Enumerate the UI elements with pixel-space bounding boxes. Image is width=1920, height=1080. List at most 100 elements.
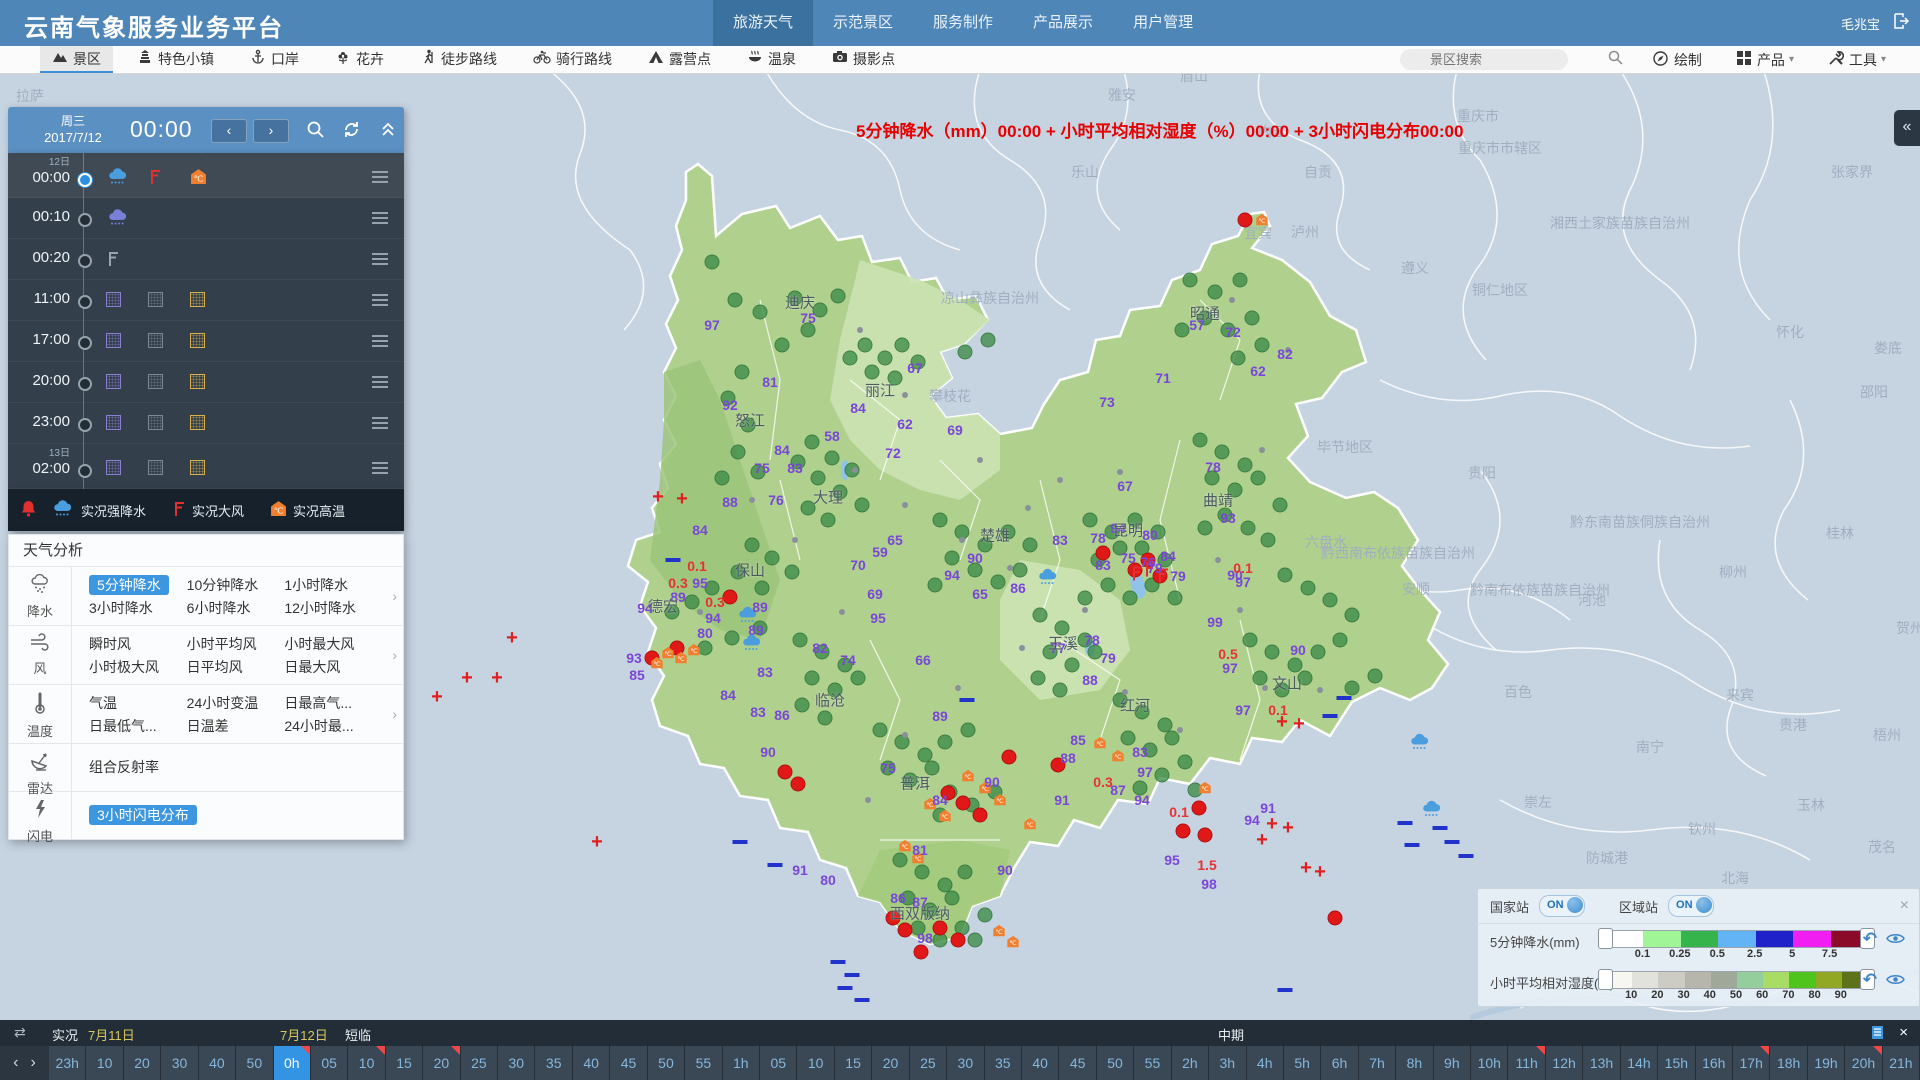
- row-menu-icon[interactable]: [372, 335, 388, 347]
- timeline-step-20-10[interactable]: 20: [423, 1046, 460, 1080]
- refresh-icon[interactable]: [342, 120, 361, 144]
- timeline-step-0h-6[interactable]: 0h: [274, 1046, 311, 1080]
- nav-item-5[interactable]: 用户管理: [1121, 0, 1205, 46]
- timeline-step-05-7[interactable]: 05: [311, 1046, 348, 1080]
- toolbar-item-6[interactable]: 骑行路线: [521, 46, 624, 71]
- toolbar-right-item-1[interactable]: 绘制: [1652, 50, 1702, 70]
- timeline-close-icon[interactable]: ×: [1899, 1024, 1908, 1041]
- analysis-option-24小时变温[interactable]: 24小时变温: [187, 692, 285, 715]
- toolbar-item-5[interactable]: 徒步路线: [408, 46, 509, 71]
- collapse-panel-icon[interactable]: [379, 120, 397, 144]
- toolbar-item-2[interactable]: 特色小镇: [125, 46, 226, 71]
- search-box[interactable]: [1400, 49, 1568, 70]
- analysis-option-小时平均风[interactable]: 小时平均风: [187, 633, 285, 656]
- timeline-step-35-25[interactable]: 35: [985, 1046, 1022, 1080]
- timeline-step-45-15[interactable]: 45: [610, 1046, 647, 1080]
- analysis-option-日最高气...[interactable]: 日最高气...: [284, 692, 382, 715]
- timeline-step-30-12[interactable]: 30: [498, 1046, 535, 1080]
- ramp-undo-icon[interactable]: ↶: [1863, 929, 1877, 949]
- timeline-step-20h-48[interactable]: 20h: [1845, 1046, 1882, 1080]
- ramp-visibility-icon[interactable]: [1886, 932, 1905, 950]
- timeline-step-9h-37[interactable]: 9h: [1434, 1046, 1471, 1080]
- timeline-next-arrow[interactable]: ›: [31, 1054, 36, 1072]
- analysis-option-6小时降水[interactable]: 6小时降水: [187, 597, 285, 620]
- toolbar-item-1[interactable]: 景区: [40, 46, 113, 73]
- search-input[interactable]: [1400, 51, 1608, 68]
- list-view-icon[interactable]: [1871, 1025, 1884, 1043]
- group-expand-chevron[interactable]: ›: [392, 706, 397, 722]
- swap-icon[interactable]: ⇄: [14, 1024, 26, 1041]
- timeline-step-15-21[interactable]: 15: [835, 1046, 872, 1080]
- next-time-button[interactable]: ›: [253, 119, 289, 143]
- analysis-option-小时极大风[interactable]: 小时极大风: [89, 656, 187, 679]
- timeline-step-8h-36[interactable]: 8h: [1396, 1046, 1433, 1080]
- timeline-step-11h-39[interactable]: 11h: [1508, 1046, 1545, 1080]
- timeline-step-14h-42[interactable]: 14h: [1621, 1046, 1658, 1080]
- toolbar-item-8[interactable]: 温泉: [735, 46, 808, 71]
- timeline-radio[interactable]: [78, 464, 92, 478]
- timeline-step-50-5[interactable]: 50: [236, 1046, 273, 1080]
- timeline-step-50-16[interactable]: 50: [648, 1046, 685, 1080]
- timeline-step-10h-38[interactable]: 10h: [1471, 1046, 1508, 1080]
- analysis-option-日平均风[interactable]: 日平均风: [187, 656, 285, 679]
- search-icon[interactable]: [1608, 50, 1623, 70]
- toolbar-item-7[interactable]: 露营点: [636, 46, 723, 71]
- alarm-bell-icon[interactable]: [20, 499, 37, 522]
- timeline-step-15h-43[interactable]: 15h: [1658, 1046, 1695, 1080]
- analysis-option-24小时最...[interactable]: 24小时最...: [284, 715, 382, 738]
- nav-item-4[interactable]: 产品展示: [1021, 0, 1105, 46]
- timeline-step-19h-47[interactable]: 19h: [1808, 1046, 1845, 1080]
- analysis-option-3小时闪电分布[interactable]: 3小时闪电分布: [89, 804, 187, 827]
- timeline-step-35-13[interactable]: 35: [535, 1046, 572, 1080]
- group-expand-chevron[interactable]: ›: [392, 588, 397, 604]
- toolbar-item-9[interactable]: 摄影点: [820, 46, 907, 71]
- analysis-option-气温[interactable]: 气温: [89, 692, 187, 715]
- ramp-undo-icon[interactable]: ↶: [1863, 970, 1877, 990]
- analysis-option-10分钟降水[interactable]: 10分钟降水: [187, 574, 285, 597]
- collapse-right-panel-tab[interactable]: «: [1894, 110, 1920, 146]
- timeline-prev-arrow[interactable]: ‹: [13, 1054, 18, 1072]
- timeline-step-1h-18[interactable]: 1h: [723, 1046, 760, 1080]
- user-name[interactable]: 毛兆宝: [1841, 14, 1880, 33]
- timeline-step-55-17[interactable]: 55: [685, 1046, 722, 1080]
- timeline-step-17h-45[interactable]: 17h: [1733, 1046, 1770, 1080]
- nav-item-2[interactable]: 示范景区: [821, 0, 905, 46]
- timeline-step-2h-30[interactable]: 2h: [1172, 1046, 1209, 1080]
- ramp-visibility-icon[interactable]: [1886, 973, 1905, 991]
- panel-search-icon[interactable]: [306, 120, 325, 144]
- timeline-step-10-8[interactable]: 10: [348, 1046, 385, 1080]
- analysis-option-3小时降水[interactable]: 3小时降水: [89, 597, 187, 620]
- timeline-step-4h-32[interactable]: 4h: [1247, 1046, 1284, 1080]
- timeline-step-05-19[interactable]: 05: [760, 1046, 797, 1080]
- toolbar-right-item-2[interactable]: 产品▾: [1736, 50, 1794, 70]
- timeline-step-10-1[interactable]: 10: [86, 1046, 123, 1080]
- timeline-radio[interactable]: [78, 173, 92, 187]
- timeline-step-25-23[interactable]: 25: [910, 1046, 947, 1080]
- timeline-step-15-9[interactable]: 15: [386, 1046, 423, 1080]
- row-menu-icon[interactable]: [372, 212, 388, 224]
- row-menu-icon[interactable]: [372, 376, 388, 388]
- nav-item-1[interactable]: 旅游天气: [713, 0, 813, 46]
- row-menu-icon[interactable]: [372, 294, 388, 306]
- timeline-radio[interactable]: [78, 254, 92, 268]
- timeline-radio[interactable]: [78, 295, 92, 309]
- toolbar-right-item-3[interactable]: 工具▾: [1828, 50, 1886, 70]
- station-toggle-2[interactable]: ON: [1668, 895, 1714, 917]
- timeline-step-55-29[interactable]: 55: [1134, 1046, 1171, 1080]
- row-menu-icon[interactable]: [372, 253, 388, 265]
- timeline-step-7h-35[interactable]: 7h: [1359, 1046, 1396, 1080]
- timeline-step-40-4[interactable]: 40: [199, 1046, 236, 1080]
- timeline-radio[interactable]: [78, 336, 92, 350]
- analysis-option-小时最大风[interactable]: 小时最大风: [284, 633, 382, 656]
- timeline-step-10-20[interactable]: 10: [797, 1046, 834, 1080]
- timeline-step-21h-49[interactable]: 21h: [1883, 1046, 1920, 1080]
- timeline-step-16h-44[interactable]: 16h: [1696, 1046, 1733, 1080]
- timeline-radio[interactable]: [78, 377, 92, 391]
- row-menu-icon[interactable]: [372, 417, 388, 429]
- timeline-step-5h-33[interactable]: 5h: [1284, 1046, 1321, 1080]
- legend-close-icon[interactable]: ×: [1900, 897, 1909, 915]
- timeline-step-45-27[interactable]: 45: [1059, 1046, 1096, 1080]
- row-menu-icon[interactable]: [372, 171, 388, 183]
- timeline-step-3h-31[interactable]: 3h: [1209, 1046, 1246, 1080]
- analysis-option-日温差[interactable]: 日温差: [187, 715, 285, 738]
